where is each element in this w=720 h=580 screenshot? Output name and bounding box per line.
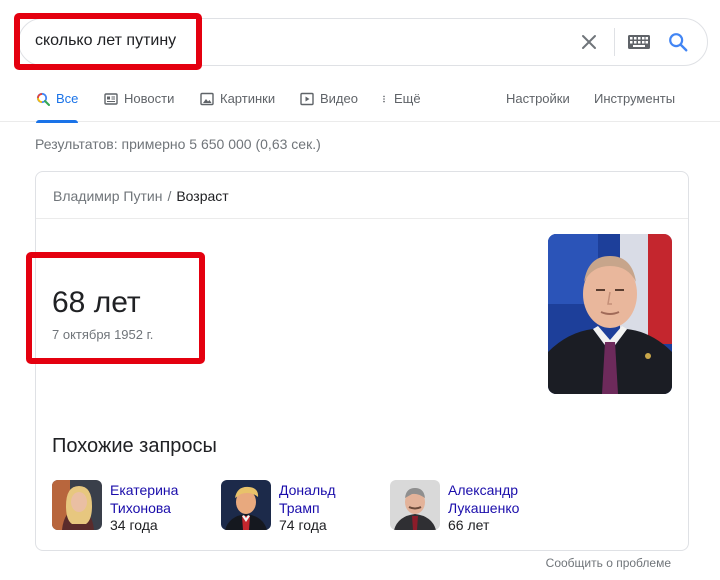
tab-more[interactable]: Ещё (380, 84, 421, 122)
result-stats: Результатов: примерно 5 650 000 (0,63 се… (35, 136, 321, 152)
more-vert-icon (383, 95, 385, 103)
related-person-3-name: Александр Лукашенко (448, 481, 519, 517)
newspaper-icon (104, 93, 118, 105)
related-person-3-first-name: Александр (448, 482, 519, 498)
related-person-3[interactable]: Александр Лукашенко 66 лет (390, 480, 540, 536)
tab-tools-label: Инструменты (594, 91, 676, 106)
related-person-1-first-name: Екатерина (110, 482, 179, 498)
related-person-2-age: 74 года (279, 517, 327, 533)
tab-tools[interactable]: Инструменты (594, 84, 675, 122)
tab-images[interactable]: Картинки (200, 84, 275, 122)
search-divider (614, 28, 615, 56)
breadcrumb-parent[interactable]: Владимир Путин (53, 188, 162, 204)
related-person-3-last-name: Лукашенко (448, 500, 520, 516)
person-thumbnail-image (52, 480, 102, 530)
related-person-2-name: Дональд Трамп (279, 481, 336, 517)
portrait-photo[interactable] (548, 234, 672, 394)
tab-all[interactable]: Все (36, 84, 79, 123)
breadcrumb-separator: / (167, 188, 172, 204)
related-person-3-age: 66 лет (448, 517, 490, 533)
tab-settings[interactable]: Настройки (506, 84, 570, 122)
tab-all-label: Все (56, 91, 79, 106)
tab-settings-label: Настройки (506, 91, 570, 106)
related-person-2-first-name: Дональд (279, 482, 336, 498)
related-person-1-name: Екатерина Тихонова (110, 481, 178, 517)
close-icon[interactable] (579, 32, 599, 52)
search-input[interactable]: сколько лет путину (35, 32, 176, 50)
tab-images-label: Картинки (220, 91, 276, 106)
keyboard-icon[interactable] (628, 35, 650, 49)
card-header: Владимир Путин / Возраст (36, 172, 688, 219)
breadcrumb: Владимир Путин / Возраст (53, 188, 229, 204)
report-problem-link[interactable]: Сообщить о проблеме (546, 556, 671, 570)
person-portrait-image (548, 234, 672, 394)
tab-news[interactable]: Новости (104, 84, 174, 122)
search-multicolor-icon (36, 92, 50, 106)
related-person-2-photo (221, 480, 271, 530)
related-person-1[interactable]: Екатерина Тихонова 34 года (52, 480, 202, 536)
related-person-2[interactable]: Дональд Трамп 74 года (221, 480, 371, 536)
play-icon (300, 92, 314, 106)
person-thumbnail-image (221, 480, 271, 530)
similar-queries-title: Похожие запросы (52, 435, 217, 457)
tab-video[interactable]: Видео (300, 84, 358, 122)
tab-more-label: Ещё (394, 91, 421, 106)
search-tabs: Все Новости Картинки Видео Ещё Настройки… (0, 84, 720, 123)
birth-date: 7 октября 1952 г. (52, 327, 154, 342)
person-thumbnail-image (390, 480, 440, 530)
related-person-1-photo (52, 480, 102, 530)
related-person-3-photo (390, 480, 440, 530)
tab-news-label: Новости (124, 91, 175, 106)
search-icon[interactable] (667, 31, 689, 53)
related-person-1-age: 34 года (110, 517, 158, 533)
tab-video-label: Видео (320, 91, 358, 106)
related-person-1-last-name: Тихонова (110, 500, 171, 516)
breadcrumb-current: Возраст (176, 188, 229, 204)
related-person-2-last-name: Трамп (279, 500, 320, 516)
age-value: 68 лет (52, 286, 141, 319)
image-icon (200, 92, 214, 106)
